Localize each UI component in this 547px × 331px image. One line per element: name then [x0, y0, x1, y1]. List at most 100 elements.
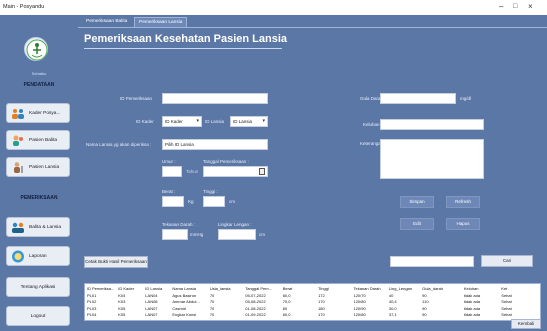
sidebar-item-label: Pasien Lansia — [29, 165, 60, 170]
table-cell: K05 — [118, 312, 126, 318]
column-header[interactable]: Ket — [499, 284, 540, 292]
sidebar-item-label: Pasien Balita — [29, 138, 57, 143]
refresh-button[interactable]: Refresh — [446, 196, 480, 208]
id-lansia-value: ID Lansia — [233, 119, 253, 124]
sidebar-item-pasien-lansia[interactable]: Pasien Lansia — [6, 157, 70, 177]
gula-darah-field[interactable] — [380, 93, 456, 104]
id-kader-select[interactable]: ID Kader ▾ — [162, 116, 202, 127]
logo-icon — [24, 37, 48, 61]
tanggal-field[interactable] — [203, 166, 268, 177]
table-cell: 37,1 — [388, 312, 397, 318]
close-button[interactable]: × — [528, 2, 533, 12]
lingkar-lengan-unit: cm — [259, 232, 265, 237]
table-cell: 70 — [209, 312, 215, 318]
section-pendataan: PENDATAAN — [23, 82, 55, 88]
sidebar-item-label: Balita & Lansia — [29, 225, 61, 230]
kembali-button[interactable]: Kembali — [511, 319, 541, 329]
column-header[interactable]: Tanggal Pem... — [243, 284, 280, 292]
table-cell: 01-09-2022 — [245, 312, 266, 318]
column-header[interactable]: Usia_lansia — [208, 284, 243, 292]
main-panel: Pemeriksaan Balita Pemeriksaan Lansia Pe… — [78, 15, 547, 331]
table-cell: tidak ada — [463, 312, 481, 318]
table-cell: Engkar Kunsi — [172, 312, 197, 318]
id-lansia-select[interactable]: ID Lansia ▾ — [230, 116, 268, 127]
calendar-icon[interactable] — [259, 168, 265, 175]
sidebar-item-label: Tentang Aplikasi — [20, 285, 56, 290]
keterangan-field[interactable] — [380, 139, 484, 179]
table-header-row: ID Pemeriksa... ID Kader ID Lansia Nama … — [85, 284, 540, 292]
umur-field[interactable] — [162, 166, 182, 177]
sidebar-item-laporan[interactable]: Laporan — [6, 246, 70, 266]
table-cell: LAN07 — [145, 312, 158, 318]
sidebar: Sehatku PENDATAAN Kader Posya... Pasien … — [0, 15, 78, 331]
tinggi-field[interactable] — [203, 196, 225, 207]
page-title: Pemeriksaan Kesehatan Pasien Lansia — [84, 33, 287, 45]
tab-divider — [78, 27, 547, 28]
minimize-button[interactable]: – — [499, 2, 503, 12]
nama-lansia-label: Nama Lansia yg akan diperiksa : — [86, 142, 152, 147]
sidebar-item-pasien-balita[interactable]: Pasien Balita — [6, 130, 70, 150]
sidebar-item-label: Kader Posya... — [29, 111, 61, 116]
column-header[interactable]: Berat — [281, 284, 316, 292]
id-pemeriksaan-field[interactable] — [162, 93, 268, 104]
id-kader-label: ID Kader — [136, 119, 154, 124]
hapus-button[interactable]: Hapus — [446, 218, 480, 230]
tab-pemeriksaan-lansia[interactable]: Pemeriksaan Lansia — [134, 17, 188, 27]
lingkar-lengan-field[interactable] — [218, 229, 256, 240]
column-header[interactable]: ID Lansia — [143, 284, 170, 292]
logout-button[interactable]: Logout — [6, 306, 70, 326]
berat-label: Berat : — [162, 189, 176, 194]
chevron-down-icon: ▾ — [196, 118, 199, 124]
sidebar-item-balita-lansia[interactable]: Balita & Lansia — [6, 217, 70, 237]
family-icon — [12, 222, 24, 233]
section-pemeriksaan: PEMERIKSAAN — [20, 195, 58, 201]
column-header[interactable]: Keluhan — [462, 284, 499, 292]
cetak-bukti-button[interactable]: Cetak Bukti Hasil Pemeriksaan — [84, 256, 148, 268]
berat-unit: Kg — [188, 199, 194, 204]
table-body: PL01 K04 LAN04 Agus Basiron 70 05-07-202… — [85, 292, 540, 318]
berat-field[interactable] — [162, 196, 184, 207]
cari-button[interactable]: Cari — [481, 255, 533, 267]
report-icon — [12, 250, 24, 263]
id-kader-value: ID Kader — [165, 119, 183, 124]
column-header[interactable]: Tekanan Darah — [351, 284, 386, 292]
title-underline — [84, 48, 282, 49]
window-title: Main - Posyandu — [3, 4, 45, 10]
sidebar-item-kader[interactable]: Kader Posya... — [6, 103, 70, 123]
tab-pemeriksaan-balita[interactable]: Pemeriksaan Balita — [82, 17, 131, 27]
baby-icon — [13, 135, 23, 146]
logo-text: Sehatku — [31, 71, 47, 76]
id-lansia-label: ID Lansia — [205, 119, 225, 124]
chevron-down-icon: ▾ — [262, 118, 265, 124]
column-header[interactable]: Ling_Lengan — [387, 284, 420, 292]
simpan-button[interactable]: Simpan — [400, 196, 434, 208]
table-cell: 90 — [422, 312, 427, 318]
title-bar: Main - Posyandu – □ × — [0, 0, 547, 15]
tinggi-unit: cm — [229, 199, 235, 204]
edit-button[interactable]: Edit — [400, 218, 434, 230]
column-header[interactable]: Gula_darah — [420, 284, 462, 292]
sidebar-item-label: Laporan — [29, 254, 47, 259]
gula-darah-unit: mg/dl — [460, 96, 472, 101]
table-row[interactable]: PL04 K05 LAN07 Engkar Kunsi 70 01-09-202… — [85, 312, 540, 319]
keluhan-field[interactable] — [380, 119, 484, 130]
group-icon — [12, 109, 24, 119]
table-cell: 120/80 — [353, 312, 366, 318]
search-input[interactable] — [390, 256, 474, 267]
tanggal-label: Tanggal Pemeriksaan : — [203, 159, 249, 164]
nama-lansia-field[interactable]: Pilih ID Lansia — [162, 139, 268, 150]
column-header[interactable]: Tinggi — [316, 284, 351, 292]
sidebar-item-tentang-aplikasi[interactable]: Tentang Aplikasi — [6, 277, 70, 297]
tekanan-darah-field[interactable] — [162, 229, 188, 240]
table-cell: Sehat — [501, 312, 512, 318]
umur-label: Umur : — [162, 159, 176, 164]
maximize-button[interactable]: □ — [513, 2, 517, 12]
pemeriksaan-table[interactable]: ID Pemeriksa... ID Kader ID Lansia Nama … — [84, 283, 541, 321]
column-header[interactable]: ID Pemeriksa... — [85, 284, 116, 292]
elderly-icon — [14, 162, 23, 173]
table-cell: 170 — [318, 312, 325, 318]
column-header[interactable]: ID Kader — [116, 284, 143, 292]
table-cell: PL04 — [87, 312, 97, 318]
column-header[interactable]: Nama Lansia — [170, 284, 207, 292]
lingkar-lengan-label: Lingkar Lengan : — [218, 222, 252, 227]
